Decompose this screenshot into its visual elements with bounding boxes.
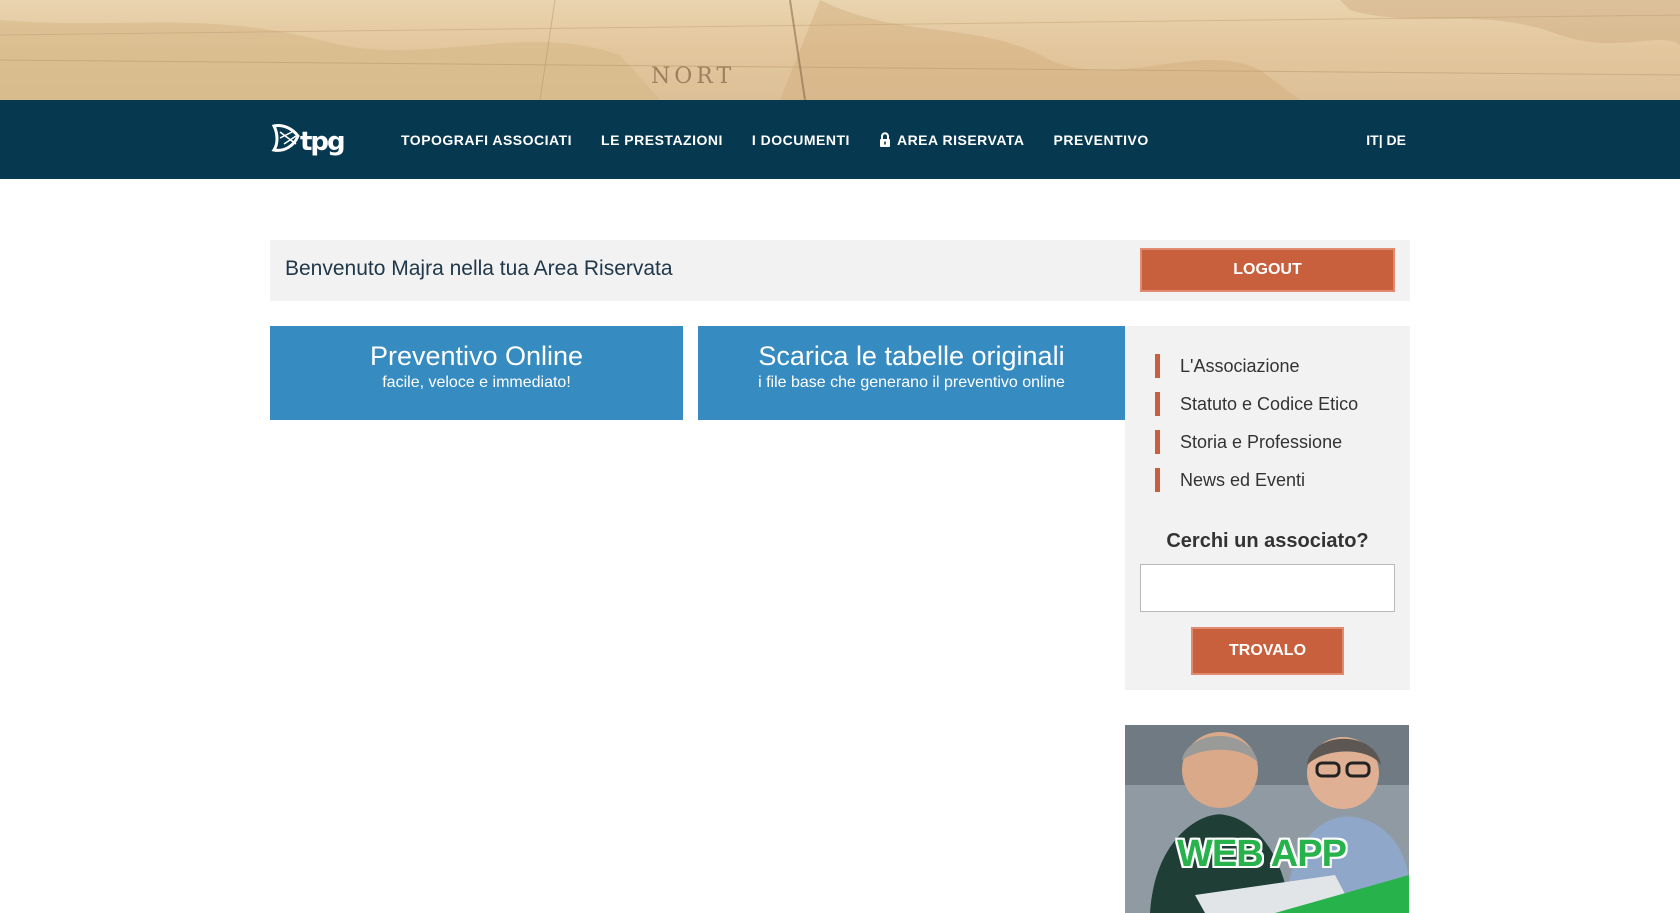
sidebar-link-statuto[interactable]: Statuto e Codice Etico <box>1155 392 1358 416</box>
sidebar-link-label: Storia e Professione <box>1180 431 1343 452</box>
card-title: Preventivo Online <box>369 341 584 371</box>
link-marker <box>1155 392 1160 416</box>
card-subtitle: i file base che generano il preventivo o… <box>758 374 1065 391</box>
sidebar-link-label: Statuto e Codice Etico <box>1180 393 1359 414</box>
web-app-photo <box>1125 725 1409 913</box>
logo-text: tpg <box>300 127 344 156</box>
nav-item-label: LE PRESTAZIONI <box>601 131 723 148</box>
sidebar-link-associazione[interactable]: L'Associazione <box>1155 354 1358 378</box>
nav-item-label: AREA RISERVATA <box>896 131 1025 148</box>
search-member-input[interactable] <box>1140 564 1395 612</box>
link-marker <box>1155 354 1160 378</box>
nav-item-label: TOPOGRAFI ASSOCIATI <box>401 131 573 148</box>
search-member-heading: Cerchi un associato? <box>1166 530 1369 552</box>
trovalo-button[interactable]: TROVALO <box>1191 627 1344 675</box>
sidebar-link-news[interactable]: News ed Eventi <box>1155 468 1358 492</box>
card-subtitle: facile, veloce e immediato! <box>382 374 571 391</box>
sidebar-link-label: News ed Eventi <box>1180 469 1306 490</box>
welcome-message: Benvenuto Majra nella tua Area Riservata <box>285 257 673 280</box>
sidebar-link-label: L'Associazione <box>1180 355 1300 376</box>
nav-menu: TOPOGRAFI ASSOCIATI LE PRESTAZIONI I DOC… <box>401 100 1178 179</box>
link-marker <box>1155 430 1160 454</box>
map-label: NORT <box>651 64 735 89</box>
nav-le-prestazioni[interactable]: LE PRESTAZIONI <box>601 132 723 148</box>
main-navbar: tpg TOPOGRAFI ASSOCIATI LE PRESTAZIONI I… <box>0 100 1680 179</box>
nav-item-label: PREVENTIVO <box>1053 131 1149 148</box>
nav-area-riservata[interactable]: AREA RISERVATA <box>879 132 1025 148</box>
tpg-logo[interactable]: tpg <box>270 122 352 156</box>
nav-topografi-associati[interactable]: TOPOGRAFI ASSOCIATI <box>401 132 572 148</box>
card-title: Scarica le tabelle originali <box>758 341 1065 371</box>
map-illustration: NORT <box>0 0 1680 100</box>
logout-button[interactable]: LOGOUT <box>1140 248 1395 292</box>
sidebar-links: L'Associazione Statuto e Codice Etico St… <box>1155 354 1358 506</box>
language-switcher[interactable]: IT| DE <box>1366 100 1406 179</box>
nav-i-documenti[interactable]: I DOCUMENTI <box>752 132 850 148</box>
sidebar-panel: L'Associazione Statuto e Codice Etico St… <box>1125 326 1410 690</box>
nav-preventivo[interactable]: PREVENTIVO <box>1054 132 1149 148</box>
web-app-banner[interactable]: WEB APP <box>1125 725 1409 913</box>
sidebar-link-storia[interactable]: Storia e Professione <box>1155 430 1358 454</box>
preventivo-online-card[interactable]: Preventivo Online facile, veloce e immed… <box>270 326 683 420</box>
scarica-tabelle-card[interactable]: Scarica le tabelle originali i file base… <box>698 326 1125 420</box>
nav-item-label: I DOCUMENTI <box>751 131 850 148</box>
link-marker <box>1155 468 1160 492</box>
hero-map-banner: NORT <box>0 0 1680 100</box>
web-app-label: WEB APP <box>1177 833 1347 875</box>
lock-icon <box>879 132 890 147</box>
welcome-bar: Benvenuto Majra nella tua Area Riservata… <box>270 240 1410 301</box>
